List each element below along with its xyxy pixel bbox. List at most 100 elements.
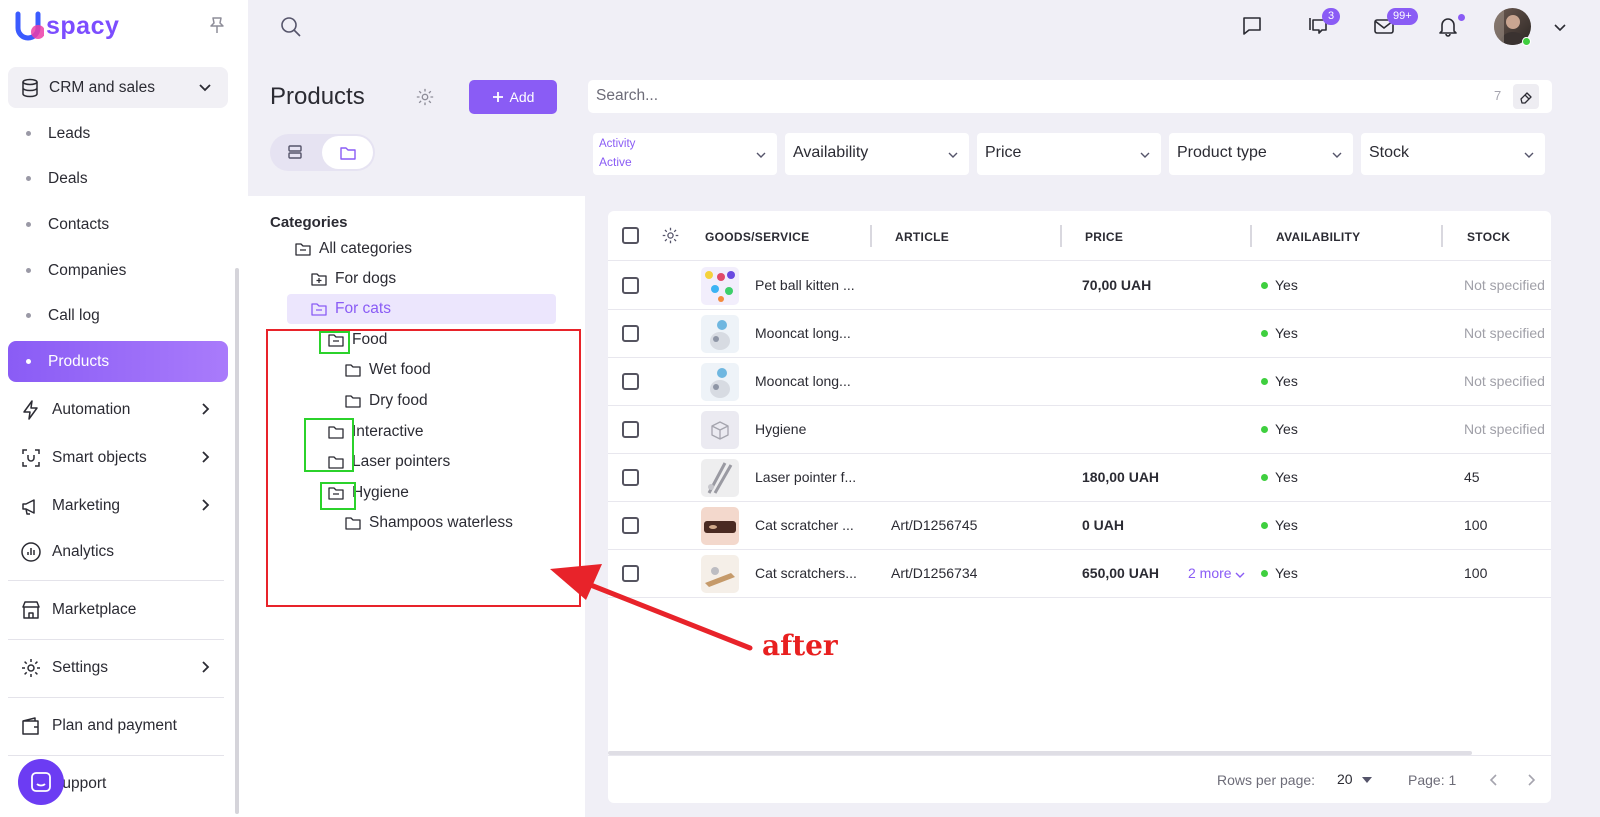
row-checkbox[interactable] — [622, 325, 639, 342]
product-availability: Yes — [1261, 277, 1298, 293]
table-row[interactable]: Pet ball kitten ... 70,00 UAH Yes Not sp… — [608, 262, 1551, 310]
row-checkbox[interactable] — [622, 277, 639, 294]
folder-icon — [339, 146, 356, 160]
annotation-green-box — [320, 482, 356, 510]
bullet-icon — [26, 359, 31, 364]
filter-product-type[interactable]: Product type — [1169, 133, 1353, 175]
table-row[interactable]: Cat scratcher ... Art/D1256745 0 UAH Yes… — [608, 502, 1551, 550]
annotation-arrow — [550, 564, 753, 651]
analytics-icon — [21, 541, 41, 562]
filter-price[interactable]: Price — [977, 133, 1161, 175]
previous-page-icon[interactable] — [1488, 773, 1500, 787]
column-header-article[interactable]: ARTICLE — [895, 230, 949, 244]
user-menu-chevron-icon[interactable] — [1553, 20, 1567, 34]
page-settings-icon[interactable] — [415, 87, 435, 107]
chevron-down-icon — [1140, 152, 1150, 158]
folder-view-button[interactable] — [322, 136, 373, 169]
divider — [8, 639, 224, 640]
sidebar-scrollbar[interactable] — [235, 268, 239, 814]
product-name: Pet ball kitten ... — [755, 277, 855, 293]
sidebar-item-products[interactable]: Products — [8, 341, 228, 382]
row-checkbox[interactable] — [622, 517, 639, 534]
row-checkbox[interactable] — [622, 373, 639, 390]
column-header-stock[interactable]: STOCK — [1467, 230, 1510, 244]
table-row[interactable]: Mooncat long... Yes Not specified — [608, 358, 1551, 406]
chat-widget-button[interactable] — [18, 759, 64, 805]
column-resize-handle[interactable] — [1250, 225, 1252, 247]
sidebar-item-label: Deals — [48, 169, 88, 187]
table-row[interactable]: Mooncat long... Yes Not specified — [608, 310, 1551, 358]
filter-activity[interactable]: Activity Active — [593, 133, 777, 175]
filter-availability[interactable]: Availability — [785, 133, 969, 175]
pin-icon[interactable] — [209, 16, 225, 34]
sidebar-item-deals[interactable]: Deals — [8, 158, 228, 199]
next-page-icon[interactable] — [1525, 773, 1537, 787]
logo[interactable]: spacy — [14, 10, 119, 42]
select-all-checkbox[interactable] — [622, 227, 639, 244]
chevron-down-icon[interactable] — [1235, 570, 1245, 580]
sidebar-item-settings[interactable]: Settings — [8, 647, 228, 688]
category-all[interactable]: All categories — [295, 234, 412, 264]
filter-stock[interactable]: Stock — [1361, 133, 1545, 175]
bullet-icon — [26, 268, 31, 273]
filter-activity-value: Active — [599, 155, 632, 169]
product-thumbnail — [701, 459, 739, 497]
chevron-down-icon — [1524, 152, 1534, 158]
more-prices-link[interactable]: 2 more — [1188, 565, 1232, 581]
table-row[interactable]: Hygiene Yes Not specified — [608, 406, 1551, 454]
sidebar-item-call-log[interactable]: Call log — [8, 295, 228, 336]
filter-product-type-label: Product type — [1177, 144, 1267, 161]
product-availability: Yes — [1261, 517, 1298, 533]
message-icon[interactable] — [1241, 15, 1263, 37]
sidebar-item-companies[interactable]: Companies — [8, 250, 228, 291]
logo-icon — [15, 11, 44, 41]
add-product-button[interactable]: Add — [469, 80, 557, 114]
bell-icon[interactable] — [1437, 15, 1459, 37]
folder-open-icon — [311, 303, 327, 316]
chevron-down-icon — [1332, 152, 1342, 158]
caret-down-icon[interactable] — [1362, 777, 1372, 783]
sidebar-item-analytics[interactable]: Analytics — [8, 531, 228, 572]
column-resize-handle[interactable] — [1441, 225, 1443, 247]
crm-sales-section[interactable]: CRM and sales — [8, 67, 228, 108]
product-availability: Yes — [1261, 325, 1298, 341]
column-header-price[interactable]: PRICE — [1085, 230, 1123, 244]
page-title: Products — [270, 83, 365, 110]
annotation-label: after — [762, 629, 838, 662]
list-view-icon[interactable] — [287, 144, 303, 160]
chevron-right-icon — [202, 499, 210, 511]
column-header-goods[interactable]: GOODS/SERVICE — [705, 230, 809, 244]
bullet-icon — [26, 313, 31, 318]
product-name: Hygiene — [755, 421, 807, 437]
column-header-availability[interactable]: AVAILABILITY — [1276, 230, 1360, 244]
category-for-cats[interactable]: For cats — [287, 294, 556, 324]
sidebar-item-plan-payment[interactable]: Plan and payment — [8, 705, 228, 746]
column-resize-handle[interactable] — [870, 225, 872, 247]
sidebar-item-marketing[interactable]: Marketing — [8, 485, 228, 526]
chevron-down-icon — [756, 152, 766, 158]
chevron-down-icon — [199, 84, 211, 92]
sidebar-item-leads[interactable]: Leads — [8, 113, 228, 154]
lightning-icon — [23, 399, 38, 420]
product-stock: 45 — [1464, 469, 1480, 485]
table-settings-icon[interactable] — [661, 226, 680, 245]
row-checkbox[interactable] — [622, 421, 639, 438]
table-row[interactable]: Laser pointer f... 180,00 UAH Yes 45 — [608, 454, 1551, 502]
global-search-icon[interactable] — [280, 16, 302, 38]
eraser-icon[interactable] — [1513, 84, 1539, 109]
sidebar-item-label: Companies — [48, 261, 127, 279]
sidebar-item-label: Leads — [48, 124, 91, 142]
smart-objects-icon — [22, 448, 40, 467]
sidebar-item-marketplace[interactable]: Marketplace — [8, 589, 228, 630]
table-header: GOODS/SERVICE ARTICLE PRICE AVAILABILITY… — [608, 211, 1551, 261]
sidebar-item-automation[interactable]: Automation — [8, 389, 228, 430]
plus-icon — [492, 92, 503, 102]
row-checkbox[interactable] — [622, 469, 639, 486]
online-status-dot — [1522, 37, 1531, 46]
rows-per-page-select[interactable]: 20 — [1337, 771, 1353, 787]
search-input[interactable] — [596, 87, 1456, 105]
category-for-dogs[interactable]: For dogs — [311, 264, 396, 294]
sidebar-item-contacts[interactable]: Contacts — [8, 204, 228, 245]
column-resize-handle[interactable] — [1060, 225, 1062, 247]
sidebar-item-smart-objects[interactable]: Smart objects — [8, 437, 228, 478]
